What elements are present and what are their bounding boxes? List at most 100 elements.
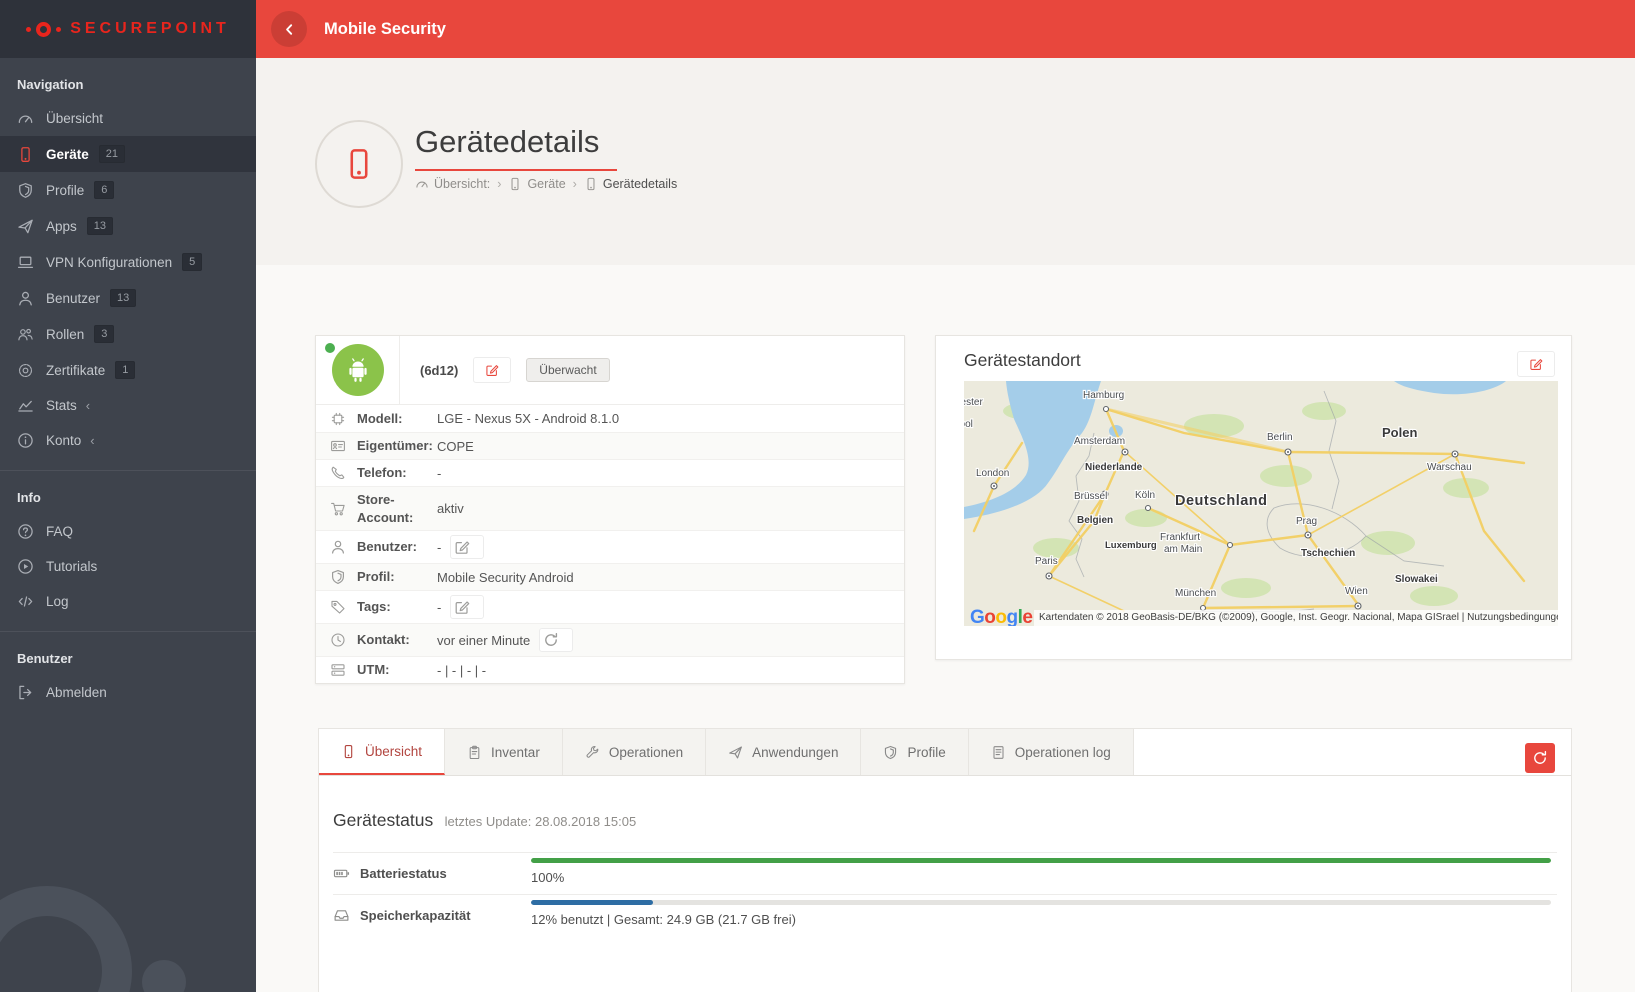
map-label: am Main	[1164, 544, 1202, 555]
chip-icon	[330, 411, 346, 427]
map-label: Frankfurt	[1160, 532, 1200, 543]
id-card-icon	[330, 438, 346, 454]
device-row-kontakt: Kontakt: vor einer Minute	[316, 623, 904, 656]
map-label: Wien	[1345, 586, 1368, 597]
logout-icon	[17, 684, 34, 701]
map-canvas: chester pool Hamburg Berlin Polen Amster…	[964, 381, 1558, 626]
edit-device-name-button[interactable]	[473, 357, 511, 383]
refresh-contact-button[interactable]	[539, 628, 573, 652]
breadcrumb-uebersicht[interactable]: Übersicht:	[415, 177, 490, 191]
sidebar-item-stats[interactable]: Stats ‹	[0, 388, 256, 423]
sidebar-item-uebersicht[interactable]: Übersicht	[0, 101, 256, 136]
google-logo[interactable]: Google	[970, 607, 1032, 626]
wrench-icon	[585, 745, 600, 760]
status-row-speicherkapazitaet: Speicherkapazität 12% benutzt | Gesamt: …	[333, 894, 1557, 936]
device-name: (6d12)	[420, 363, 458, 378]
edit-tags-button[interactable]	[450, 595, 484, 619]
document-icon	[991, 745, 1006, 760]
question-icon	[17, 523, 34, 540]
laptop-icon	[17, 254, 34, 271]
supervision-status-badge: Überwacht	[526, 358, 609, 382]
google-map[interactable]: chester pool Hamburg Berlin Polen Amster…	[964, 381, 1558, 626]
map-label: Hamburg	[1083, 390, 1124, 401]
map-label: Luxemburg	[1105, 540, 1157, 551]
sidebar-item-label: Konto	[46, 433, 81, 448]
refresh-icon	[543, 632, 559, 648]
map-label: pool	[964, 419, 973, 430]
storage-progress-text: 12% benutzt | Gesamt: 24.9 GB (21.7 GB f…	[531, 912, 1551, 927]
breadcrumb: Übersicht: › Geräte › Gerätedetails	[415, 177, 677, 191]
refresh-status-button[interactable]	[1525, 743, 1555, 773]
device-location-card: Gerätestandort	[935, 335, 1572, 660]
count-badge: 13	[87, 217, 113, 235]
tag-icon	[330, 599, 346, 615]
map-label: Tschechien	[1301, 548, 1355, 559]
user-icon	[17, 290, 34, 307]
sidebar-item-rollen[interactable]: Rollen 3	[0, 316, 256, 352]
device-detail-rows: Modell: LGE - Nexus 5X - Android 8.1.0 E…	[316, 405, 904, 683]
tab-profile[interactable]: Profile	[861, 729, 968, 775]
sidebar-item-benutzer[interactable]: Benutzer 13	[0, 280, 256, 316]
device-row-eigentuemer: Eigentümer: COPE	[316, 432, 904, 459]
paper-plane-icon	[728, 745, 743, 760]
sidebar-item-abmelden[interactable]: Abmelden	[0, 675, 256, 710]
edit-icon	[454, 539, 470, 555]
gauge-icon	[415, 177, 429, 191]
phone-handset-icon	[330, 465, 346, 481]
map-label: London	[976, 468, 1009, 479]
breadcrumb-geraete[interactable]: Geräte	[508, 177, 565, 191]
map-label: Paris	[1035, 556, 1058, 567]
page-header: Gerätedetails Übersicht: › Geräte › Gerä…	[256, 58, 1635, 265]
user-icon	[330, 539, 346, 555]
device-info-card: (6d12) Überwacht Modell: LGE - Nexus 5X …	[315, 335, 905, 684]
brand-logo[interactable]: SECUREPOINT	[0, 0, 256, 58]
phone-icon	[17, 146, 34, 163]
device-row-profil: Profil: Mobile Security Android	[316, 563, 904, 590]
sidebar-item-profile[interactable]: Profile 6	[0, 172, 256, 208]
sidebar-item-label: Apps	[46, 219, 77, 234]
count-badge: 13	[110, 289, 136, 307]
map-label: Warschau	[1427, 462, 1472, 473]
tab-anwendungen[interactable]: Anwendungen	[706, 729, 861, 775]
sidebar-item-label: Benutzer	[46, 291, 100, 306]
edit-user-button[interactable]	[450, 535, 484, 559]
tab-inventar[interactable]: Inventar	[445, 729, 563, 775]
map-label: chester	[964, 397, 983, 408]
sidebar-item-konto[interactable]: Konto ‹	[0, 423, 256, 458]
status-last-update: letztes Update: 28.08.2018 15:05	[445, 814, 637, 829]
sidebar-item-apps[interactable]: Apps 13	[0, 208, 256, 244]
users-icon	[17, 326, 34, 343]
device-status-heading: Gerätestatus letztes Update: 28.08.2018 …	[333, 776, 1557, 831]
online-status-dot	[325, 343, 335, 353]
device-row-modell: Modell: LGE - Nexus 5X - Android 8.1.0	[316, 405, 904, 432]
tab-uebersicht[interactable]: Übersicht	[319, 729, 445, 775]
battery-progress-text: 100%	[531, 870, 1551, 885]
sidebar-item-zertifikate[interactable]: Zertifikate 1	[0, 352, 256, 388]
back-button[interactable]	[271, 11, 307, 47]
map-label: Berlin	[1267, 432, 1293, 443]
sidebar-item-faq[interactable]: FAQ	[0, 514, 256, 549]
shield-icon	[330, 569, 346, 585]
sidebar-item-vpn-konfigurationen[interactable]: VPN Konfigurationen 5	[0, 244, 256, 280]
sidebar-item-tutorials[interactable]: Tutorials	[0, 549, 256, 584]
map-terms-link[interactable]: Nutzungsbedingungen	[1467, 612, 1558, 623]
topbar-title: Mobile Security	[324, 20, 446, 39]
storage-progress-track	[531, 900, 1551, 905]
breadcrumb-separator: ›	[497, 177, 501, 191]
sidebar-item-log[interactable]: Log	[0, 584, 256, 619]
device-avatar-cell	[316, 336, 400, 404]
tab-operationen-log[interactable]: Operationen log	[969, 729, 1134, 775]
edit-location-button[interactable]	[1517, 351, 1555, 377]
sidebar-item-label: Tutorials	[46, 559, 97, 574]
edit-icon	[1529, 357, 1543, 371]
phone-icon	[341, 744, 356, 759]
battery-progress-track	[531, 858, 1551, 863]
sidebar-item-geraete[interactable]: Geräte 21	[0, 136, 256, 172]
sidebar-item-label: Abmelden	[46, 685, 107, 700]
device-tabs-panel: Übersicht Inventar Operationen Anwendung…	[318, 728, 1572, 992]
phone-icon	[342, 147, 376, 181]
sidebar-item-label: FAQ	[46, 524, 73, 539]
sidebar-item-label: Übersicht	[46, 111, 103, 126]
tab-operationen[interactable]: Operationen	[563, 729, 706, 775]
logo-dot-icon	[26, 27, 31, 32]
